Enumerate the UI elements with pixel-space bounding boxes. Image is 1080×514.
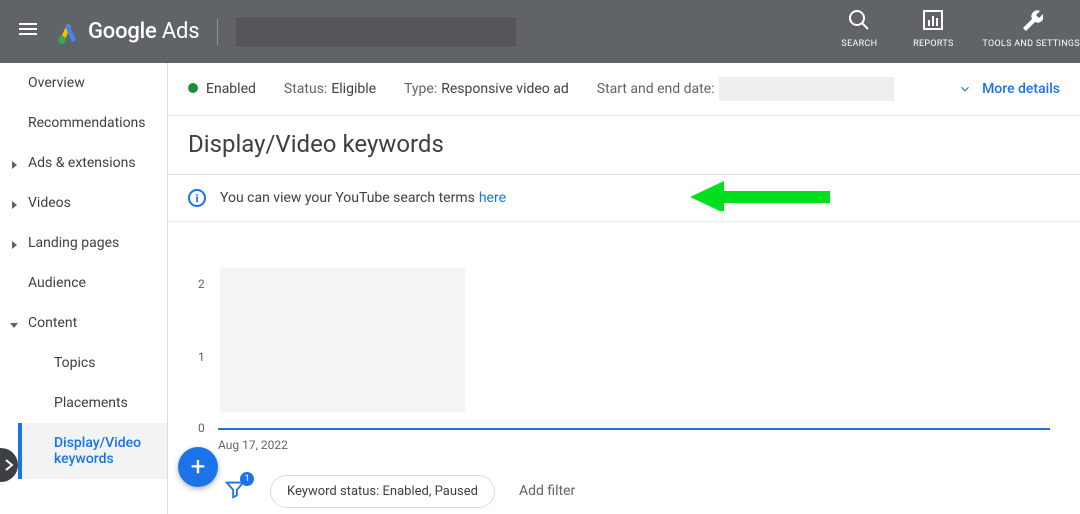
- notice-text: You can view your YouTube search terms: [220, 190, 475, 206]
- y-tick-2: 2: [198, 277, 205, 291]
- info-icon: i: [188, 189, 206, 207]
- reports-button[interactable]: REPORTS: [908, 6, 958, 49]
- sidebar-item-ads-extensions[interactable]: Ads & extensions: [0, 143, 167, 183]
- sidebar-item-videos[interactable]: Videos: [0, 183, 167, 223]
- hamburger-menu-icon[interactable]: [16, 20, 40, 44]
- sidebar-sub-topics[interactable]: Topics: [20, 343, 167, 383]
- header-divider: [217, 18, 218, 46]
- sidebar-sub-placements[interactable]: Placements: [20, 383, 167, 423]
- filter-button[interactable]: 1: [224, 478, 246, 504]
- filter-toolbar: 1 Keyword status: Enabled, Paused Add fi…: [168, 468, 1080, 514]
- chart-baseline: [218, 428, 1050, 430]
- sidebar-item-landing-pages[interactable]: Landing pages: [0, 223, 167, 263]
- date-range-field[interactable]: Start and end date:: [597, 77, 894, 101]
- app-header: Google Ads SEARCH REPORTS TOOLS AND SETT…: [0, 0, 1080, 63]
- campaign-status[interactable]: Enabled: [188, 81, 256, 97]
- filter-count-badge: 1: [240, 472, 254, 486]
- reports-icon: [921, 8, 945, 32]
- x-start-label: Aug 17, 2022: [218, 438, 288, 452]
- performance-chart: 2 1 0 Aug 17, 2022 1 Keyword status: Ena…: [168, 222, 1080, 514]
- youtube-search-terms-notice: i You can view your YouTube search terms…: [168, 175, 1080, 222]
- ad-type: Type:Responsive video ad: [404, 81, 569, 97]
- google-ads-icon: [56, 20, 80, 44]
- filter-chip-keyword-status[interactable]: Keyword status: Enabled, Paused: [270, 475, 495, 508]
- youtube-search-terms-link[interactable]: here: [479, 190, 506, 206]
- sidebar-item-content[interactable]: Content: [0, 303, 167, 343]
- page-title: Display/Video keywords: [168, 116, 1080, 175]
- search-button[interactable]: SEARCH: [834, 6, 884, 49]
- brand-text: Google Ads: [88, 19, 199, 44]
- main-content: Enabled Status:Eligible Type:Responsive …: [168, 63, 1080, 514]
- y-tick-1: 1: [198, 350, 205, 364]
- sidebar-item-overview[interactable]: Overview: [0, 63, 167, 103]
- chevron-right-icon: [4, 459, 14, 471]
- eligibility-status: Status:Eligible: [284, 81, 376, 97]
- annotation-arrow-icon: [690, 181, 830, 211]
- brand-logo[interactable]: Google Ads: [56, 19, 199, 44]
- left-nav: Overview Recommendations Ads & extension…: [0, 63, 168, 514]
- add-keyword-fab[interactable]: +: [178, 447, 218, 487]
- tools-settings-button[interactable]: TOOLS AND SETTINGS: [982, 6, 1080, 49]
- more-details-toggle[interactable]: More details: [958, 81, 1060, 97]
- sidebar-item-recommendations[interactable]: Recommendations: [0, 103, 167, 143]
- y-tick-0: 0: [198, 421, 205, 435]
- tools-icon: [1019, 8, 1043, 32]
- sidebar-sub-display-video-keywords[interactable]: Display/Video keywords: [18, 423, 167, 479]
- add-filter-button[interactable]: Add filter: [519, 483, 575, 499]
- search-icon: [847, 8, 871, 32]
- status-infobar: Enabled Status:Eligible Type:Responsive …: [168, 63, 1080, 116]
- sidebar-item-audience[interactable]: Audience: [0, 263, 167, 303]
- account-selector-redacted[interactable]: [236, 17, 516, 47]
- enabled-dot-icon: [188, 83, 198, 93]
- chevron-down-icon: [958, 82, 972, 96]
